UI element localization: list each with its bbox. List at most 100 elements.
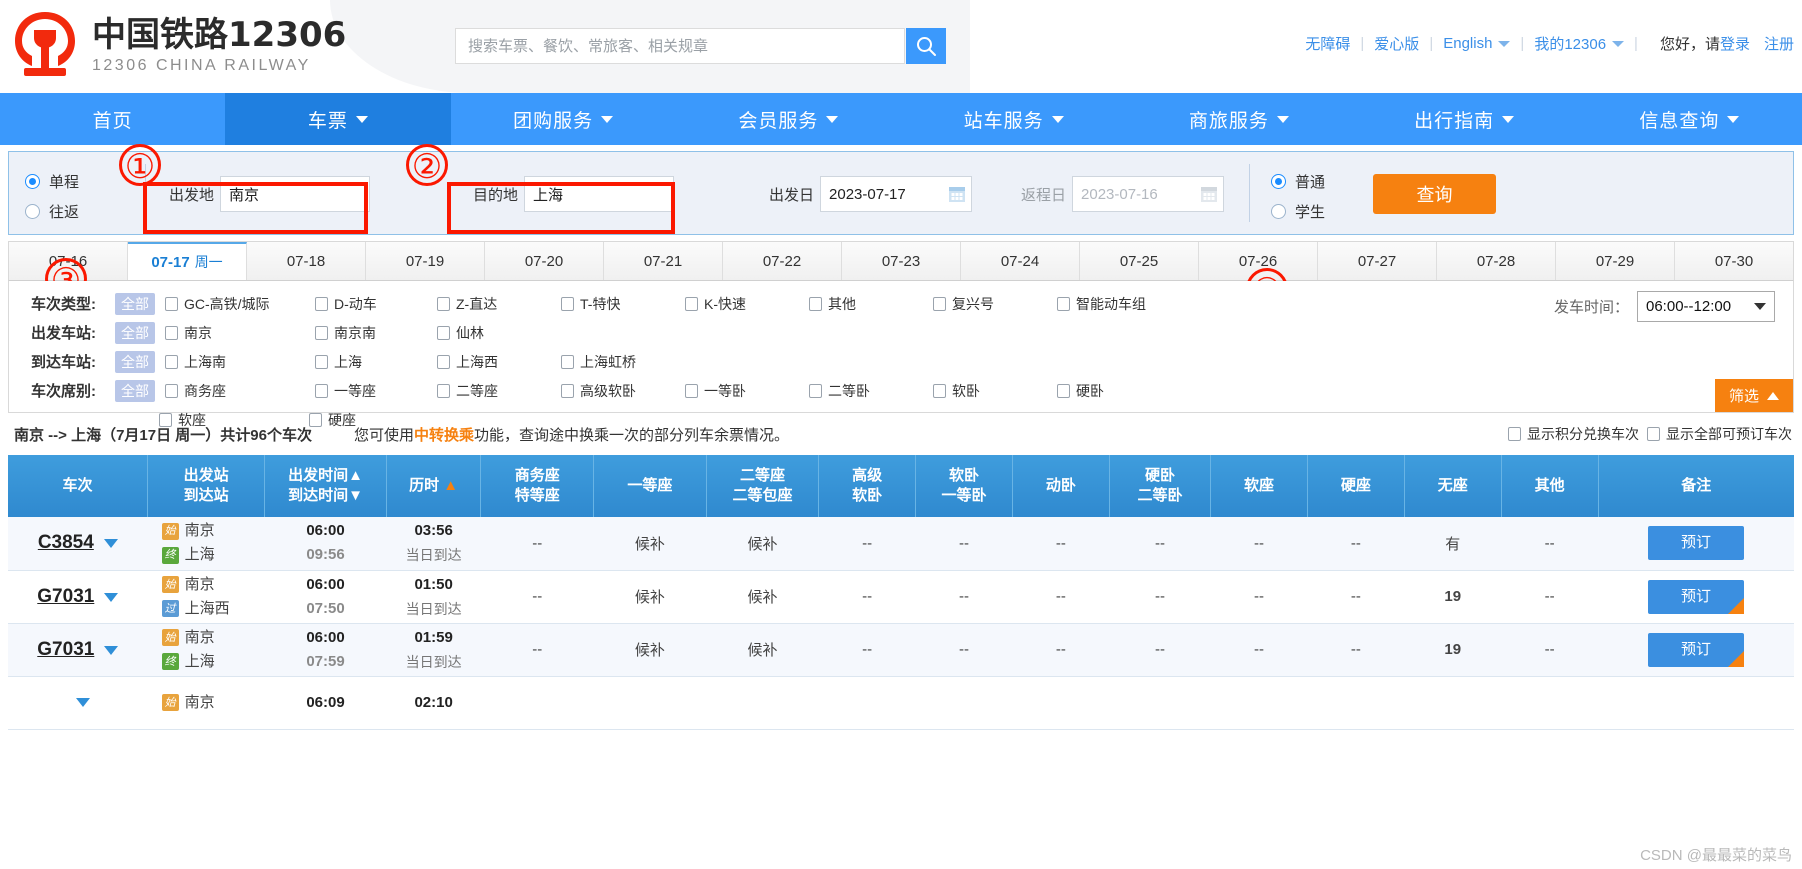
- cell-first-seat[interactable]: 候补: [593, 570, 707, 624]
- filter-seat-second[interactable]: 二等座: [437, 381, 561, 401]
- chevron-down-icon[interactable]: [1612, 40, 1625, 47]
- radio-icon[interactable]: [25, 203, 40, 219]
- checkbox-icon[interactable]: [315, 325, 328, 340]
- return-date-input[interactable]: [1072, 176, 1195, 212]
- filter-all-chip-depart-station[interactable]: 全部: [115, 321, 155, 344]
- date-tab-0722[interactable]: 07-22: [723, 242, 842, 280]
- cell-train-no[interactable]: [8, 676, 148, 730]
- query-button[interactable]: 查询: [1373, 174, 1496, 214]
- header-link-english[interactable]: English: [1443, 35, 1492, 52]
- date-tab-0724[interactable]: 07-24: [961, 242, 1080, 280]
- filter-t[interactable]: T-特快: [561, 294, 685, 314]
- checkbox-icon[interactable]: [315, 296, 328, 311]
- show-points-exchange-checkbox[interactable]: 显示积分兑换车次: [1508, 424, 1639, 444]
- book-button[interactable]: 预订: [1648, 579, 1744, 614]
- filter-all-chip-train-type[interactable]: 全部: [115, 292, 155, 315]
- transfer-link[interactable]: 中转换乘: [414, 427, 474, 444]
- col-other[interactable]: 其他: [1501, 455, 1599, 517]
- site-logo[interactable]: 中国铁路12306 12306 CHINA RAILWAY: [10, 8, 346, 84]
- nav-item-member-services[interactable]: 会员服务: [676, 93, 901, 145]
- col-business-seat[interactable]: 商务座 特等座: [480, 455, 595, 517]
- passenger-type-student[interactable]: 学生: [1271, 196, 1325, 226]
- cell-first-seat[interactable]: 候补: [593, 517, 707, 571]
- to-input[interactable]: [524, 176, 675, 212]
- col-emu-sleeper[interactable]: 动卧: [1012, 455, 1110, 517]
- filter-seat-soft-sleeper[interactable]: 软卧: [933, 381, 1057, 401]
- col-first-seat[interactable]: 一等座: [593, 455, 707, 517]
- checkbox-icon[interactable]: [685, 383, 698, 398]
- filter-k[interactable]: K-快速: [685, 294, 809, 314]
- radio-icon[interactable]: [1271, 173, 1286, 189]
- col-duration[interactable]: 历时 ▲: [386, 455, 482, 517]
- col-train-no[interactable]: 车次: [8, 455, 149, 517]
- sort-asc-icon[interactable]: ▲: [443, 477, 458, 494]
- date-tab-0719[interactable]: 07-19: [366, 242, 485, 280]
- expand-row-icon[interactable]: [103, 539, 118, 549]
- filter-station-nanjingnan[interactable]: 南京南: [315, 323, 437, 343]
- col-remark[interactable]: 备注: [1598, 455, 1794, 517]
- checkbox-icon[interactable]: [437, 383, 450, 398]
- filter-z[interactable]: Z-直达: [437, 294, 561, 314]
- checkbox-icon[interactable]: [809, 383, 822, 398]
- checkbox-icon[interactable]: [1057, 296, 1070, 311]
- date-tab-0718[interactable]: 07-18: [247, 242, 366, 280]
- header-link-my12306[interactable]: 我的12306: [1534, 33, 1606, 54]
- radio-icon[interactable]: [1271, 203, 1286, 219]
- checkbox-icon[interactable]: [315, 354, 328, 369]
- filter-station-hongqiao[interactable]: 上海虹桥: [561, 352, 685, 372]
- col-times[interactable]: 出发时间▲ 到达时间▼: [264, 455, 387, 517]
- col-second-seat[interactable]: 二等座 二等包座: [706, 455, 820, 517]
- checkbox-icon[interactable]: [809, 296, 822, 311]
- checkbox-icon[interactable]: [165, 354, 178, 369]
- checkbox-icon[interactable]: [561, 383, 574, 398]
- col-soft-sleeper[interactable]: 软卧 一等卧: [915, 455, 1013, 517]
- cell-second-seat[interactable]: 候补: [706, 517, 819, 571]
- date-tab-0728[interactable]: 07-28: [1437, 242, 1556, 280]
- col-stations[interactable]: 出发站 到达站: [147, 455, 266, 517]
- checkbox-icon[interactable]: [165, 325, 178, 340]
- expand-row-icon[interactable]: [104, 645, 119, 655]
- expand-row-icon[interactable]: [75, 698, 90, 707]
- cell-train-no[interactable]: C3854: [8, 517, 148, 571]
- col-hard-seat[interactable]: 硬座: [1307, 455, 1405, 517]
- depart-time-select[interactable]: 06:00--12:00: [1637, 291, 1775, 322]
- cell-first-seat[interactable]: 候补: [593, 623, 707, 677]
- date-tab-0721[interactable]: 07-21: [604, 242, 723, 280]
- search-input[interactable]: [456, 29, 904, 63]
- from-input[interactable]: [220, 176, 371, 212]
- global-search-box[interactable]: [455, 28, 905, 64]
- filter-toggle-button[interactable]: 筛选: [1714, 379, 1793, 412]
- filter-seat-second-sleeper[interactable]: 二等卧: [809, 381, 933, 401]
- checkbox-icon[interactable]: [437, 325, 450, 340]
- register-link[interactable]: 注册: [1764, 33, 1794, 54]
- radio-icon[interactable]: [25, 173, 40, 189]
- col-hard-sleeper[interactable]: 硬卧 二等卧: [1109, 455, 1212, 517]
- depart-date-input[interactable]: [820, 176, 943, 212]
- date-tab-0717[interactable]: 07-17 周一: [128, 242, 247, 280]
- train-number-link[interactable]: C3854: [38, 532, 94, 553]
- filter-smart-emu[interactable]: 智能动车组: [1057, 294, 1146, 314]
- filter-seat-business[interactable]: 商务座: [165, 381, 315, 401]
- checkbox-icon[interactable]: [1057, 383, 1070, 398]
- nav-item-business-travel[interactable]: 商旅服务: [1126, 93, 1351, 145]
- filter-seat-hard-sleeper[interactable]: 硬卧: [1057, 381, 1104, 401]
- header-link-care-version[interactable]: 爱心版: [1374, 33, 1419, 54]
- filter-seat-first[interactable]: 一等座: [315, 381, 437, 401]
- search-button[interactable]: [906, 28, 946, 64]
- filter-fuxing[interactable]: 复兴号: [933, 294, 1057, 314]
- date-tab-0729[interactable]: 07-29: [1556, 242, 1675, 280]
- trip-type-round-trip[interactable]: 往返: [25, 196, 79, 226]
- col-soft-seat[interactable]: 软座: [1210, 455, 1308, 517]
- depart-date-calendar-button[interactable]: [942, 176, 973, 212]
- filter-station-xianlin[interactable]: 仙林: [437, 323, 561, 343]
- cell-second-seat[interactable]: 候补: [706, 570, 819, 624]
- checkbox-icon[interactable]: [165, 383, 178, 398]
- filter-seat-deluxe-soft-sleeper[interactable]: 高级软卧: [561, 381, 685, 401]
- date-tab-0720[interactable]: 07-20: [485, 242, 604, 280]
- nav-item-travel-guide[interactable]: 出行指南: [1352, 93, 1577, 145]
- col-standing[interactable]: 无座: [1404, 455, 1502, 517]
- cell-train-no[interactable]: G7031: [8, 570, 148, 624]
- checkbox-icon[interactable]: [1508, 427, 1521, 441]
- nav-item-home[interactable]: 首页: [0, 93, 225, 145]
- date-tab-0730[interactable]: 07-30: [1675, 242, 1793, 280]
